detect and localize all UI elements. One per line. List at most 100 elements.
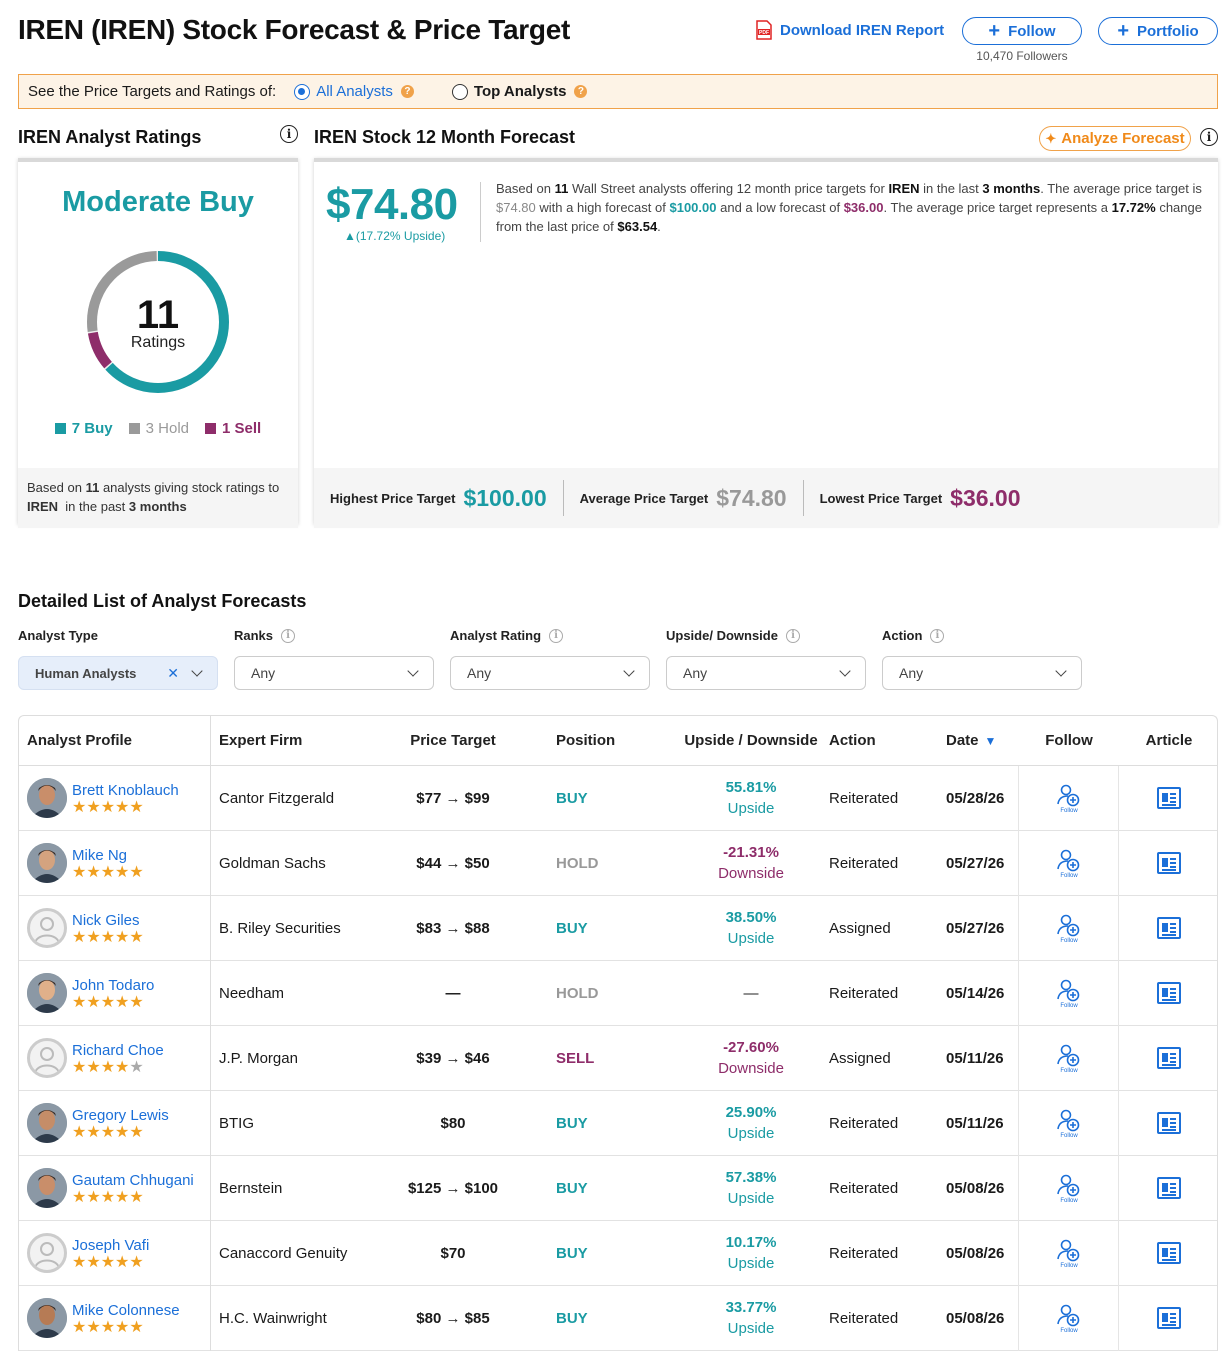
upside-downside-select[interactable]: Any (666, 656, 866, 690)
action-value: Assigned (829, 1049, 891, 1067)
article-button[interactable] (1119, 1026, 1217, 1090)
price-target: $70 (440, 1244, 466, 1262)
footnote-text: Based on (27, 480, 82, 495)
all-analysts-radio[interactable] (294, 83, 311, 100)
follow-analyst-button[interactable]: Follow (1019, 1221, 1119, 1285)
upside-downside-label: Upside/ Downside i (666, 628, 800, 643)
follow-analyst-button[interactable]: Follow (1019, 766, 1119, 830)
avatar[interactable] (27, 1038, 67, 1078)
table-row: Brett Knoblauch ★★★★★ Cantor Fitzgerald $77… (19, 766, 1217, 831)
avatar[interactable] (27, 1298, 67, 1338)
avatar[interactable] (27, 843, 67, 883)
article-icon (1157, 1177, 1181, 1199)
plus-icon: + (988, 20, 1001, 42)
analyze-forecast-button[interactable]: ✦ Analyze Forecast (1039, 126, 1191, 151)
info-icon[interactable]: i (549, 628, 564, 643)
position-badge: BUY (556, 1114, 588, 1132)
table-row: Gautam Chhugani ★★★★★ Bernstein $125 → $100… (19, 1156, 1217, 1221)
article-button[interactable] (1119, 766, 1217, 830)
price-forecast-card: $74.80 ▲(17.72% Upside) Based on 11 Wall… (314, 158, 1218, 528)
avatar[interactable] (27, 908, 67, 948)
download-report-link[interactable]: PDF Download IREN Report (756, 20, 944, 40)
rating-date: 05/08/26 (946, 1179, 1005, 1197)
article-button[interactable] (1119, 961, 1217, 1025)
follow-analyst-button[interactable]: Follow (1019, 1286, 1119, 1350)
ratings-footnote: Based on 11 analysts giving stock rating… (18, 468, 298, 528)
article-button[interactable] (1119, 1221, 1217, 1285)
avatar[interactable] (27, 973, 67, 1013)
ratings-count-label: Ratings (130, 334, 186, 351)
portfolio-button[interactable]: + Portfolio (1098, 17, 1218, 45)
expert-firm: H.C. Wainwright (219, 1309, 327, 1327)
all-analysts-option[interactable]: All Analysts ? (294, 83, 414, 100)
col-upside-downside[interactable]: Upside / Downside (679, 716, 823, 765)
follow-analyst-button[interactable]: Follow (1019, 1156, 1119, 1220)
avatar[interactable] (27, 778, 67, 818)
svg-text:PDF: PDF (759, 30, 769, 36)
help-icon[interactable]: ? (400, 85, 414, 98)
filter-label: Action (882, 628, 923, 643)
upside-downside-cell: -21.31% Downside (679, 831, 823, 895)
table-header: Analyst Profile Expert Firm Price Target… (19, 716, 1217, 766)
upside-direction: Upside (727, 800, 775, 817)
article-icon (1157, 982, 1181, 1004)
col-expert-firm[interactable]: Expert Firm (219, 716, 302, 765)
analyst-photo (27, 1103, 67, 1143)
article-button[interactable] (1119, 1091, 1217, 1155)
chevron-down-icon (407, 665, 419, 677)
follow-analyst-button[interactable]: Follow (1019, 831, 1119, 895)
follow-analyst-button[interactable]: Follow (1019, 961, 1119, 1025)
upside-downside-cell: -27.60% Downside (679, 1026, 823, 1090)
follow-analyst-button[interactable]: Follow (1019, 1091, 1119, 1155)
top-analysts-option[interactable]: Top Analysts ? (451, 83, 588, 100)
info-icon[interactable]: i (280, 125, 298, 143)
help-icon[interactable]: ? (574, 85, 588, 98)
article-button[interactable] (1119, 1156, 1217, 1220)
highest-target: Highest Price Target $100.00 (314, 480, 563, 516)
user-placeholder-icon (34, 1242, 60, 1269)
follow-analyst-button[interactable]: Follow (1019, 896, 1119, 960)
buy-swatch (54, 423, 66, 434)
highest-target-value: $100.00 (463, 484, 547, 511)
expert-firm: Goldman Sachs (219, 854, 326, 872)
col-analyst-profile[interactable]: Analyst Profile (27, 716, 132, 765)
col-action[interactable]: Action (829, 716, 876, 765)
average-target: Average Price Target $74.80 (562, 480, 803, 516)
col-position[interactable]: Position (556, 716, 615, 765)
action-select[interactable]: Any (882, 656, 1082, 690)
avatar[interactable] (27, 1233, 67, 1273)
article-button[interactable] (1119, 1286, 1217, 1350)
analyst-rating-select[interactable]: Any (450, 656, 650, 690)
info-icon[interactable]: i (930, 628, 945, 643)
avatar[interactable] (27, 1168, 67, 1208)
article-icon (1157, 787, 1181, 809)
col-price-target[interactable]: Price Target (379, 716, 527, 765)
avatar[interactable] (27, 1103, 67, 1143)
download-report-label: Download IREN Report (780, 21, 945, 39)
action-value: Reiterated (829, 1179, 899, 1197)
article-icon (1157, 917, 1181, 939)
forecast-list-title: Detailed List of Analyst Forecasts (18, 591, 307, 611)
upside-downside-cell: 10.17% Upside (679, 1221, 823, 1285)
analyst-ratings-card: Moderate Buy 11 Ratings 7 Buy 3 Hold 1 S… (18, 158, 298, 528)
plus-icon: + (1117, 20, 1130, 42)
follow-button[interactable]: + Follow (962, 17, 1082, 45)
top-analysts-radio[interactable] (451, 83, 468, 100)
article-button[interactable] (1119, 831, 1217, 895)
legend-hold: 3 Hold (128, 420, 189, 437)
position-badge: SELL (556, 1049, 595, 1067)
desc-text: . The average price target is (1040, 181, 1202, 196)
info-icon[interactable]: i (281, 628, 296, 643)
article-button[interactable] (1119, 896, 1217, 960)
analyst-type-select[interactable]: Human Analysts ✕ (18, 656, 218, 690)
info-icon[interactable]: i (1200, 128, 1218, 146)
follow-analyst-button[interactable]: Follow (1019, 1026, 1119, 1090)
upside-downside-cell: 57.38% Upside (679, 1156, 823, 1220)
info-icon[interactable]: i (785, 628, 800, 643)
expert-firm: B. Riley Securities (219, 919, 341, 937)
ranks-select[interactable]: Any (234, 656, 434, 690)
clear-icon[interactable]: ✕ (167, 665, 179, 682)
sparkle-icon: ✦ (1045, 130, 1057, 146)
col-date[interactable]: Date ▼ (946, 716, 996, 765)
desc-text: Wall Street analysts offering 12 month p… (571, 181, 885, 196)
